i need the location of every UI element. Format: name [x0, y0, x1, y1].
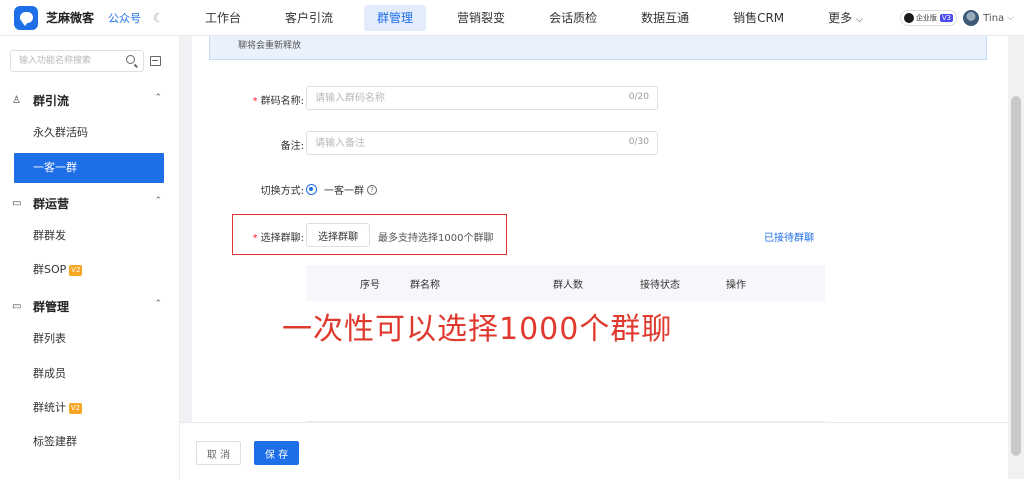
- chevron-down-icon: ⌵: [856, 14, 863, 25]
- sidebar-item-label: 群统计: [33, 401, 66, 414]
- nav-item-session-qc[interactable]: 会话质检: [536, 5, 610, 31]
- main-nav: 工作台 客户引流 群管理 营销裂变 会话质检 数据互通 销售CRM 更多 ⌵: [192, 0, 876, 36]
- account-tools: 企业版 V3 Tina ⌵: [899, 0, 1014, 36]
- edition-icon: [903, 13, 914, 23]
- group-table-header: 序号 群名称 群人数 接待状态 操作: [306, 265, 825, 301]
- switch-mode-option-label[interactable]: 一客一群: [324, 182, 364, 197]
- main-panel: 聊将会重新释放 *群码名称: 0/20 备注: 0/30 切换方式: 一客一群 …: [192, 36, 1008, 422]
- sidebar-item-group-list[interactable]: 群列表: [14, 324, 164, 354]
- qr-name-label-text: 群码名称:: [260, 96, 304, 107]
- collapse-menu-icon[interactable]: [150, 56, 161, 66]
- nav-item-marketing-fission[interactable]: 营销裂变: [444, 5, 518, 31]
- sidebar-search-input[interactable]: [11, 51, 119, 71]
- chevron-up-icon: ⌃: [154, 93, 162, 103]
- required-mark: *: [252, 233, 258, 244]
- sidebar-item-group-sop[interactable]: 群SOP V2: [14, 255, 164, 285]
- sidebar-group-label: 群引流: [33, 93, 70, 108]
- logo-icon[interactable]: [14, 5, 38, 30]
- moon-icon[interactable]: ☾: [153, 11, 164, 25]
- nav-item-workbench[interactable]: 工作台: [192, 5, 254, 31]
- sidebar-item-one-customer-one-group[interactable]: 一客一群: [14, 153, 164, 183]
- edition-label: 企业版: [915, 14, 937, 22]
- qr-name-input[interactable]: [307, 87, 597, 109]
- version-badge: V3: [939, 14, 954, 22]
- brand: 芝麻微客 公众号 ☾: [0, 0, 180, 36]
- sidebar-search: [10, 50, 144, 72]
- switch-mode-radio[interactable]: [306, 184, 317, 195]
- edition-badge[interactable]: 企业版 V3: [899, 10, 958, 26]
- help-icon[interactable]: ?: [367, 184, 377, 195]
- select-group-button[interactable]: 选择群聊: [306, 223, 370, 247]
- sidebar-group-group-management[interactable]: ▭ 群管理 ⌃: [0, 291, 180, 321]
- save-button[interactable]: 保 存: [254, 441, 299, 465]
- chat-icon: ▭: [12, 300, 22, 312]
- switch-mode-radio-group: 一客一群 ?: [306, 182, 377, 197]
- avatar[interactable]: [963, 10, 980, 26]
- official-account-link[interactable]: 公众号: [108, 10, 141, 26]
- brand-name: 芝麻微客: [46, 11, 95, 25]
- select-group-label: * 选择群聊:: [232, 229, 304, 244]
- switch-mode-label: 切换方式:: [260, 186, 304, 197]
- sidebar: ♙ 群引流 ⌃ 永久群活码 一客一群 ▭ 群运营 ⌃ 群群发 群SOPV2 ▭ …: [0, 36, 180, 479]
- sidebar-item-group-stats[interactable]: 群统计 V2: [14, 393, 164, 423]
- required-mark: *: [252, 96, 258, 107]
- nav-item-group-management[interactable]: 群管理: [364, 4, 427, 31]
- qr-name-label: * 群码名称:: [232, 92, 304, 107]
- nav-item-sales-crm[interactable]: 销售CRM: [720, 5, 797, 31]
- remark-input[interactable]: [307, 132, 597, 154]
- user-plus-icon: ♙: [12, 94, 21, 106]
- sidebar-group-group-operations[interactable]: ▭ 群运营 ⌃: [0, 188, 180, 218]
- sidebar-item-label: 群SOP: [33, 263, 67, 276]
- column-header-member-count: 群人数: [553, 280, 583, 291]
- column-header-group-name: 群名称: [410, 280, 440, 291]
- nav-item-customer-traffic[interactable]: 客户引流: [272, 5, 346, 31]
- sidebar-group-label: 群运营: [33, 196, 70, 211]
- sidebar-group-label: 群管理: [33, 299, 70, 314]
- select-group-label-text: 选择群聊:: [260, 233, 304, 244]
- select-group-hint: 最多支持选择1000个群聊: [378, 233, 494, 244]
- user-name[interactable]: Tina: [983, 13, 1004, 24]
- scrollbar-thumb[interactable]: [1011, 96, 1021, 456]
- sidebar-search-row: [10, 50, 161, 72]
- qr-name-field: 0/20: [306, 86, 658, 110]
- nav-more-label: 更多: [828, 10, 853, 25]
- sidebar-item-tag-group[interactable]: 标签建群: [14, 427, 164, 457]
- chevron-up-icon: ⌃: [154, 196, 162, 206]
- nav-item-more[interactable]: 更多 ⌵: [815, 5, 876, 31]
- nav-item-data-sync[interactable]: 数据互通: [628, 5, 702, 31]
- qr-name-counter: 0/20: [628, 92, 649, 102]
- top-bar: 芝麻微客 公众号 ☾ 工作台 客户引流 群管理 营销裂变 会话质检 数据互通 销…: [0, 0, 1024, 36]
- remark-counter: 0/30: [628, 137, 649, 147]
- remark-field: 0/30: [306, 131, 658, 155]
- v2-badge: V2: [69, 265, 83, 276]
- sidebar-item-permanent-qr[interactable]: 永久群活码: [14, 118, 164, 148]
- received-groups-link[interactable]: 已接待群聊: [764, 229, 814, 244]
- page-scrollbar[interactable]: [1008, 36, 1024, 479]
- chevron-down-icon[interactable]: ⌵: [1007, 13, 1014, 23]
- column-header-reception-status: 接待状态: [640, 280, 680, 291]
- search-icon[interactable]: [126, 55, 135, 64]
- chevron-up-icon: ⌃: [154, 299, 162, 309]
- sidebar-item-group-members[interactable]: 群成员: [14, 359, 164, 389]
- sidebar-group-group-traffic[interactable]: ♙ 群引流 ⌃: [0, 85, 180, 115]
- annotation-text: 一次性可以选择1000个群聊: [282, 312, 673, 347]
- chat-icon: ▭: [12, 197, 22, 209]
- form-footer: 取 消 保 存: [180, 422, 1008, 479]
- column-header-actions: 操作: [726, 280, 746, 291]
- sidebar-item-group-broadcast[interactable]: 群群发: [14, 221, 164, 251]
- notice-banner: 聊将会重新释放: [209, 36, 987, 60]
- cancel-button[interactable]: 取 消: [196, 441, 241, 465]
- v2-badge: V2: [69, 403, 82, 414]
- column-header-index: 序号: [360, 280, 380, 291]
- remark-label: 备注:: [280, 141, 304, 152]
